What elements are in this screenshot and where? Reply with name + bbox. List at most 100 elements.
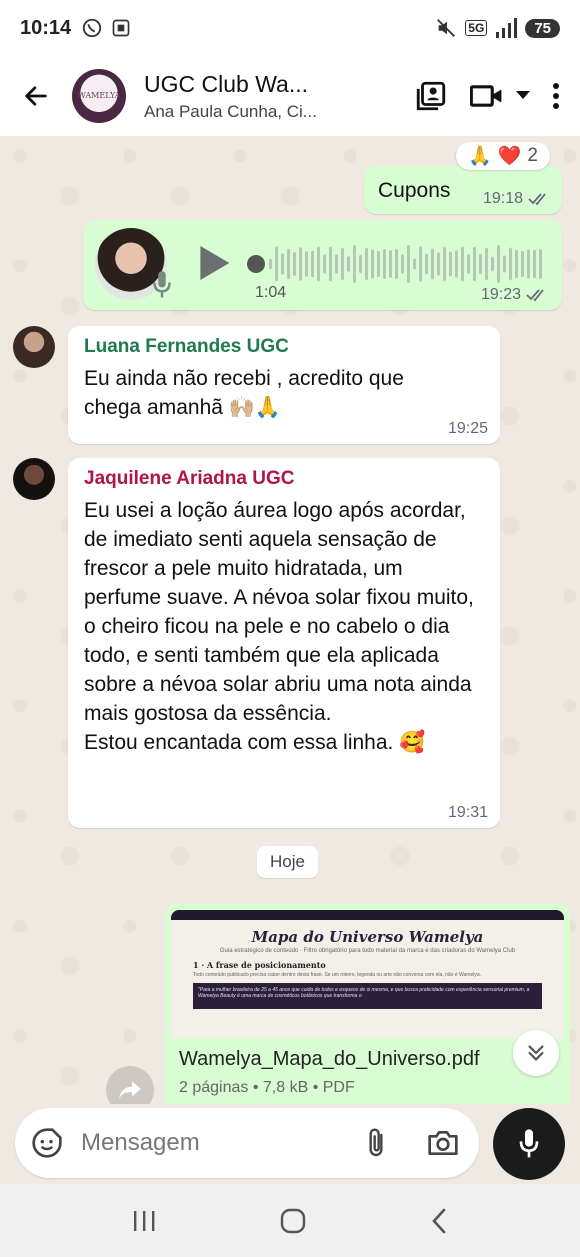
waveform-bar — [365, 247, 368, 281]
more-options-icon[interactable] — [552, 82, 560, 110]
document-file-name: Wamelya_Mapa_do_Universo.pdf — [179, 1048, 480, 1070]
waveform-bar — [449, 251, 452, 277]
waveform-bar — [371, 249, 374, 279]
message-text-last: Estou encantada com essa linha. 🥰 — [84, 731, 426, 754]
attach-icon[interactable] — [363, 1127, 389, 1159]
sticker-icon[interactable] — [31, 1127, 63, 1159]
waveform-bar — [473, 247, 476, 281]
group-info[interactable]: UGC Club Wa... Ana Paula Cunha, Ci... — [144, 71, 334, 122]
document-preview-quote: "Para a mulher brasileira de 25 a 45 ano… — [193, 983, 542, 1009]
microphone-icon — [153, 271, 171, 298]
forward-button[interactable] — [106, 1066, 154, 1104]
document-preview-heading: 1 · A frase de posicionamento — [193, 960, 326, 970]
message-text: Cupons — [378, 179, 451, 202]
waveform-bar — [323, 254, 326, 274]
message-incoming-luana[interactable]: Luana Fernandes UGC Eu ainda não recebi … — [68, 326, 500, 444]
group-avatar-logo: WAMELYA — [77, 90, 121, 100]
document-preview[interactable]: Mapa do Universo Wamelya Guia estratégic… — [171, 910, 564, 1038]
sender-avatar-jaquilene[interactable] — [13, 458, 55, 500]
waveform-bar — [353, 245, 356, 283]
document-preview-body: Todo conteúdo publicado precisa caber de… — [193, 972, 482, 978]
scroll-to-bottom-button[interactable] — [513, 1030, 559, 1076]
back-button[interactable] — [0, 82, 72, 110]
home-icon[interactable] — [279, 1207, 307, 1235]
waveform-bar — [341, 248, 344, 280]
waveform-bar — [335, 254, 338, 274]
voice-waveform[interactable] — [269, 242, 543, 286]
message-incoming-jaquilene[interactable]: Jaquilene Ariadna UGC Eu usei a loção áu… — [68, 458, 500, 828]
message-text-line1: Eu ainda não recebi , acredito que — [84, 367, 404, 390]
message-text: Eu usei a loção áurea logo após acordar,… — [84, 499, 474, 725]
voice-duration: 1:04 — [255, 284, 287, 301]
read-ticks-icon — [526, 289, 544, 302]
forward-icon — [119, 1081, 141, 1099]
sender-avatar-luana[interactable] — [13, 326, 55, 368]
message-outgoing-cupons[interactable]: 🙏 ❤️ 2 Cupons 19:18 — [364, 142, 562, 214]
system-navigation-bar — [0, 1184, 580, 1257]
waveform-bar — [485, 248, 488, 280]
waveform-bar — [383, 248, 386, 280]
waveform-bar — [407, 245, 410, 283]
signal-icon — [496, 18, 518, 38]
voice-progress-dot[interactable] — [247, 255, 265, 273]
whatsapp-icon — [82, 18, 102, 38]
status-bar: 10:14 5G 75 — [0, 0, 580, 56]
message-time: 19:18 — [482, 190, 523, 207]
waveform-bar — [461, 246, 464, 282]
network-label: 5G — [465, 20, 488, 36]
waveform-bar — [539, 249, 542, 279]
waveform-bar — [497, 245, 500, 283]
waveform-bar — [389, 250, 392, 278]
back-nav-icon[interactable] — [429, 1207, 449, 1235]
voice-record-button[interactable] — [493, 1108, 565, 1180]
message-meta: 19:18 — [483, 190, 550, 208]
message-text-line2: chega amanhã 🙌🏼🙏 — [84, 396, 282, 419]
message-outgoing-document[interactable]: Mapa do Universo Wamelya Guia estratégic… — [165, 904, 570, 1104]
document-preview-subtitle: Guia estratégico de conteúdo · Filtro ob… — [219, 948, 516, 954]
group-name: UGC Club Wa... — [144, 70, 309, 97]
waveform-bar — [425, 253, 428, 275]
waveform-bar — [293, 252, 296, 276]
waveform-bar — [281, 253, 284, 275]
reaction-count: 2 — [527, 145, 538, 166]
waveform-bar — [305, 251, 308, 277]
waveform-bar — [509, 247, 512, 281]
document-file-meta: 2 páginas • 7,8 kB • PDF — [179, 1079, 355, 1096]
message-meta: 19:23 — [481, 286, 548, 304]
waveform-bar — [269, 259, 272, 269]
waveform-bar — [521, 250, 524, 278]
group-avatar[interactable]: WAMELYA — [72, 69, 126, 123]
status-time: 10:14 — [20, 16, 72, 39]
play-icon[interactable] — [197, 244, 231, 282]
camera-icon[interactable] — [427, 1129, 459, 1157]
waveform-bar — [437, 252, 440, 276]
message-composer[interactable] — [15, 1108, 479, 1178]
message-input[interactable] — [81, 1129, 321, 1157]
sender-name[interactable]: Luana Fernandes UGC — [84, 336, 484, 358]
mute-icon — [437, 19, 456, 37]
reaction-bar[interactable]: 🙏 ❤️ 2 — [456, 142, 550, 170]
message-time: 19:25 — [447, 420, 488, 437]
waveform-bar — [479, 253, 482, 275]
waveform-bar — [527, 249, 530, 279]
contacts-card-icon[interactable] — [414, 79, 448, 113]
video-call-icon[interactable] — [470, 82, 504, 110]
screenshot-icon — [112, 19, 130, 37]
recent-apps-icon[interactable] — [131, 1209, 157, 1233]
read-ticks-icon — [528, 193, 546, 206]
sender-name[interactable]: Jaquilene Ariadna UGC — [84, 468, 484, 490]
waveform-bar — [467, 254, 470, 274]
waveform-bar — [401, 254, 404, 274]
waveform-bar — [377, 250, 380, 278]
message-time: 19:31 — [447, 804, 488, 821]
double-chevron-down-icon — [528, 1045, 544, 1061]
document-preview-title: Mapa do Universo Wamelya — [251, 928, 484, 946]
dropdown-icon[interactable] — [516, 91, 530, 101]
chat-area[interactable]: 🙏 ❤️ 2 Cupons 19:18 1:04 19:23 Luana Fer… — [0, 136, 580, 1104]
message-outgoing-voice[interactable]: 1:04 19:23 — [83, 220, 562, 310]
waveform-bar — [395, 248, 398, 280]
waveform-bar — [329, 246, 332, 282]
waveform-bar — [455, 250, 458, 278]
date-divider: Hoje — [257, 846, 318, 878]
reaction-pray-emoji: 🙏 — [468, 146, 492, 167]
